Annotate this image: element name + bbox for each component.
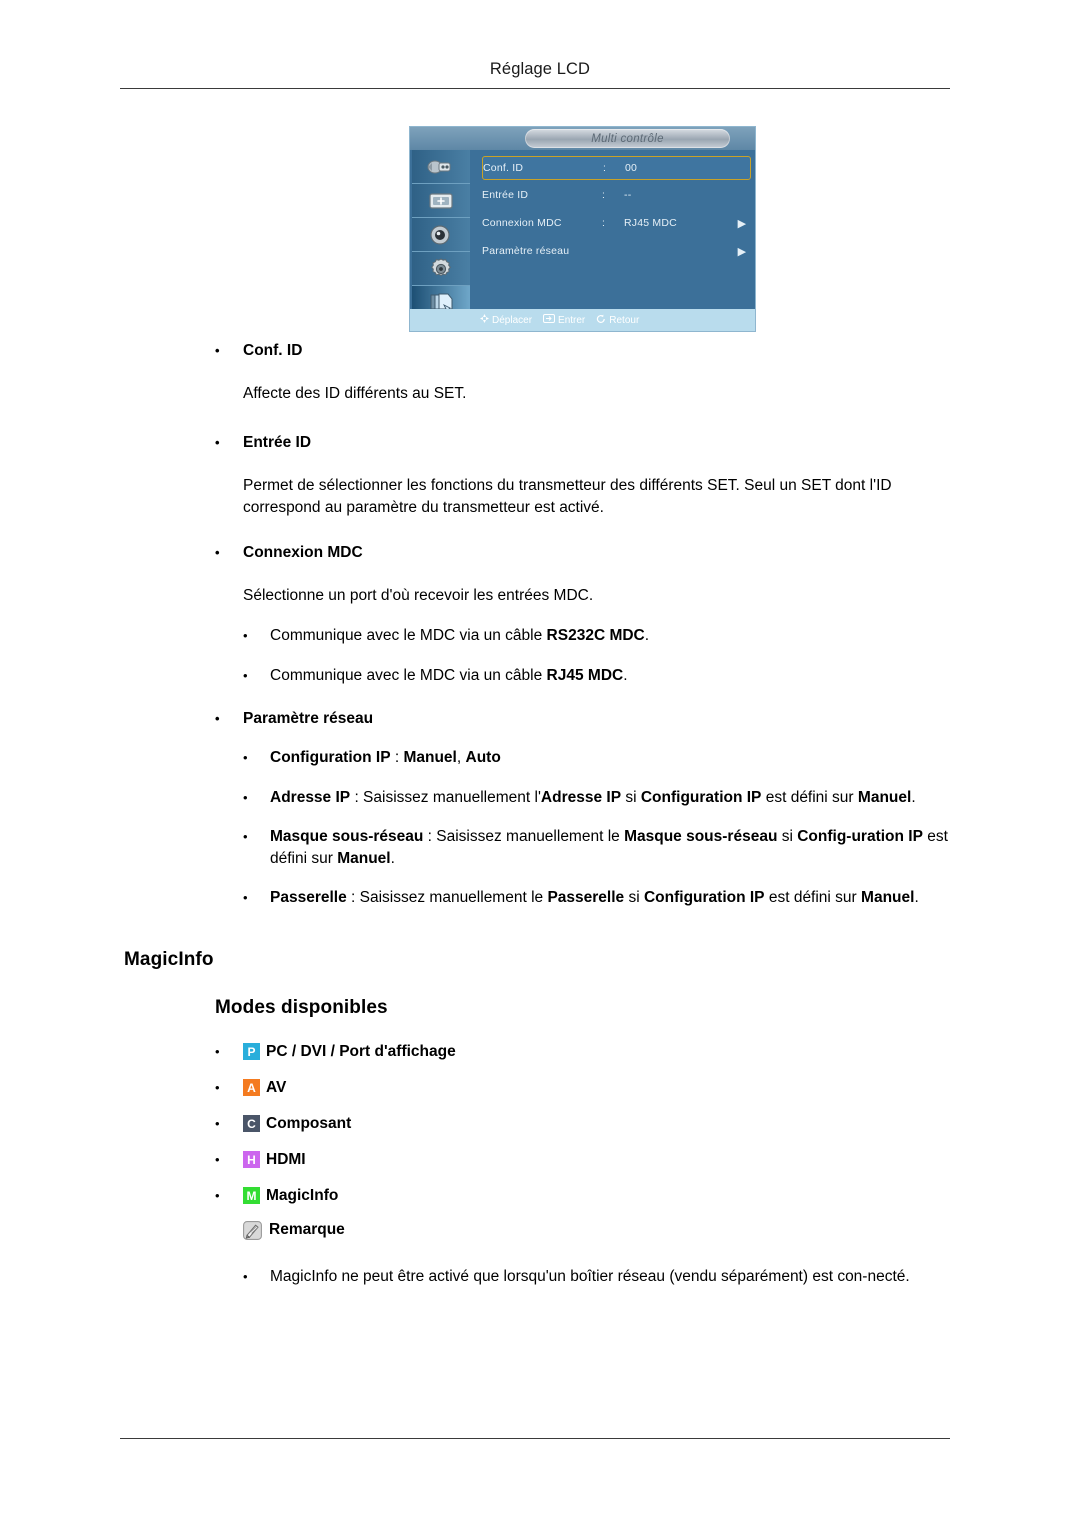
page-title: Réglage LCD xyxy=(489,60,591,78)
sidebar-item-setup[interactable] xyxy=(412,252,470,286)
section-heading-conf-id: Conf. ID xyxy=(0,340,1080,361)
osd-row-label: Conf. ID xyxy=(483,162,524,174)
list-item-text: Communique avec le MDC via un câble xyxy=(270,666,547,684)
osd-footer-bar: Déplacer Entrer Retour xyxy=(410,309,755,331)
mode-item-component: C Composant xyxy=(0,1113,1080,1135)
osd-hint-label: Entrer xyxy=(558,314,586,326)
section-body-entree-id: Permet de sélectionner les fonctions du … xyxy=(243,476,892,517)
mode-label: HDMI xyxy=(266,1150,306,1168)
sidebar-item-picture[interactable] xyxy=(412,184,470,218)
list-item-suffix: . xyxy=(644,627,650,644)
mode-label: MagicInfo xyxy=(266,1186,339,1204)
osd-row-conf-id[interactable]: Conf. ID : 00 xyxy=(482,156,751,180)
mode-label: AV xyxy=(266,1078,287,1096)
note-label: Remarque xyxy=(269,1221,345,1238)
footer-divider xyxy=(120,1438,950,1439)
osd-row-parametre-reseau[interactable]: Paramètre réseau ▶ xyxy=(482,240,751,262)
note-heading: Remarque xyxy=(0,1220,1080,1240)
move-icon xyxy=(480,314,489,326)
osd-row-connexion-mdc[interactable]: Connexion MDC : RJ45 MDC ▶ xyxy=(482,212,751,234)
osd-title-text: Multi contrôle xyxy=(591,132,664,145)
sidebar-item-input-source[interactable] xyxy=(412,150,470,184)
mode-badge-av: A xyxy=(243,1079,260,1096)
header-divider xyxy=(120,88,950,89)
mode-label: Composant xyxy=(266,1114,352,1132)
osd-screenshot: Multi contrôle Conf. ID: 00 Entrée ID:… xyxy=(410,127,755,331)
mode-badge-component: C xyxy=(243,1115,260,1132)
list-item-bold: RS232C MDC xyxy=(546,627,645,644)
mode-badge-hdmi: H xyxy=(243,1151,260,1168)
section-heading-connexion-mdc: Connexion MDC xyxy=(0,542,1080,563)
note-pen-icon xyxy=(243,1220,262,1240)
osd-row-value: RJ45 MDC xyxy=(624,217,677,229)
heading-modes-disponibles: Modes disponibles xyxy=(215,996,388,1018)
mode-item-pc: P PC / DVI / Port d'affichage xyxy=(0,1041,1080,1063)
mode-item-av: A AV xyxy=(0,1077,1080,1099)
osd-hint-move: Déplacer xyxy=(480,314,532,326)
list-item-suffix: . xyxy=(623,666,628,684)
list-item-adresse-ip: Adresse IP : Saisissez manuellement l'Ad… xyxy=(0,787,1080,809)
osd-hint-return: Retour xyxy=(596,314,639,327)
osd-row-colon: : xyxy=(603,162,607,174)
document-body: Conf. ID Affecte des ID différents au SE… xyxy=(0,340,1080,1287)
list-item-configuration-ip: Configuration IP : Manuel, Auto xyxy=(0,747,1080,769)
enter-icon xyxy=(543,314,556,326)
osd-row-arrow: ▶ xyxy=(737,217,747,230)
osd-hint-label: Retour xyxy=(609,314,640,326)
list-item-rj45: Communique avec le MDC via un câble RJ45… xyxy=(0,665,1080,687)
section-body-conf-id: Affecte des ID différents au SET. xyxy=(243,385,467,402)
sound-speaker-icon xyxy=(428,224,454,246)
section-heading-entree-id: Entrée ID xyxy=(0,432,1080,453)
list-item-text: Communique avec le MDC via un câble xyxy=(270,627,547,644)
section-heading-parametre-reseau: Paramètre réseau xyxy=(0,708,1080,729)
page-header: Réglage LCD xyxy=(0,0,1080,79)
osd-hint-label: Déplacer xyxy=(492,314,533,326)
osd-hint-enter: Entrer xyxy=(543,314,585,326)
list-item-rs232c: Communique avec le MDC via un câble RS23… xyxy=(0,625,1080,647)
section-body-connexion-mdc: Sélectionne un port d'où recevoir les en… xyxy=(243,586,594,604)
osd-row-value: -- xyxy=(624,189,632,201)
osd-row-colon: : xyxy=(602,217,606,229)
mode-badge-pc: P xyxy=(243,1043,260,1060)
osd-row-label: Paramètre réseau xyxy=(482,245,570,257)
heading-magicinfo: MagicInfo xyxy=(124,948,214,970)
mode-label: PC / DVI / Port d'affichage xyxy=(266,1042,456,1060)
osd-row-value: 00 xyxy=(625,162,638,174)
osd-menu-body: Conf. ID : 00 Entrée ID : -- Connexion M… xyxy=(470,150,755,309)
osd-row-label: Entrée ID xyxy=(482,189,529,201)
osd-row-label: Connexion MDC xyxy=(482,217,562,229)
osd-title-pill: Multi contrôle xyxy=(525,129,730,148)
return-icon xyxy=(596,314,606,327)
list-item-bold: RJ45 MDC xyxy=(546,666,624,684)
osd-sidebar xyxy=(412,150,470,319)
setup-gear-icon xyxy=(428,257,454,281)
list-item-passerelle: Passerelle : Saisissez manuellement le P… xyxy=(0,887,1080,909)
mode-item-magicinfo: M MagicInfo xyxy=(0,1185,1080,1207)
sidebar-item-sound[interactable] xyxy=(412,218,470,252)
osd-row-colon: : xyxy=(602,189,606,201)
osd-row-arrow: ▶ xyxy=(737,245,747,258)
osd-row-entree-id[interactable]: Entrée ID : -- xyxy=(482,184,751,206)
list-item-masque-sous-reseau: Masque sous-réseau : Saisissez manuellem… xyxy=(0,826,1080,869)
note-body: MagicInfo ne peut être activé que lorsqu… xyxy=(0,1266,1080,1288)
input-source-icon xyxy=(426,157,456,177)
mode-badge-magicinfo: M xyxy=(243,1187,260,1204)
picture-icon xyxy=(426,191,456,211)
mode-item-hdmi: H HDMI xyxy=(0,1149,1080,1171)
